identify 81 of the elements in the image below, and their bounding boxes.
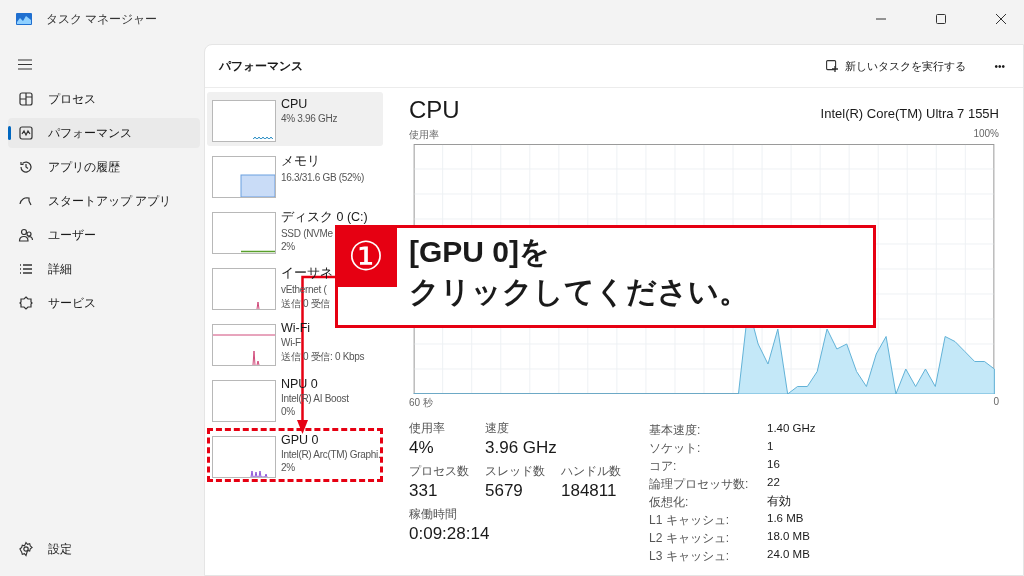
new-task-icon <box>826 59 840 73</box>
stat-value: 331 <box>409 481 439 501</box>
menu-icon[interactable] <box>18 58 32 70</box>
spec-label: 基本速度: <box>649 422 702 439</box>
step-badge: ① <box>335 225 397 287</box>
stat-label: 稼働時間 <box>409 506 458 523</box>
spec-label: コア: <box>649 458 678 475</box>
stat-value: 184811 <box>561 481 618 501</box>
spec-value: 1 <box>767 440 775 454</box>
processor-model: Intel(R) Core(TM) Ultra 7 155H <box>820 106 999 121</box>
spec-label: ソケット: <box>649 440 702 457</box>
graph-thumbnail <box>212 324 276 366</box>
device-info: 2% <box>281 462 296 473</box>
device-info: 0% <box>281 406 296 417</box>
stat-value: 3.96 GHz <box>485 438 557 458</box>
instruction-text: [GPU 0]を クリックしてください。 <box>408 234 749 310</box>
detail-title: CPU <box>409 96 460 124</box>
spec-value: 有効 <box>767 494 792 509</box>
settings-item[interactable]: 設定 <box>8 534 200 564</box>
run-task-button[interactable]: 新しいタスクを実行する <box>820 52 973 80</box>
spec-label: L3 キャッシュ: <box>649 548 730 565</box>
device-name: GPU 0 <box>281 433 320 447</box>
more-button[interactable]: ••• <box>988 54 1011 78</box>
grid-icon <box>18 91 34 107</box>
nav-item[interactable]: サービス <box>8 288 200 318</box>
window-title: タスク マネージャー <box>46 10 158 28</box>
graph-start-label: 60 秒 <box>409 396 433 410</box>
graph-thumbnail <box>212 212 276 254</box>
device-info: 2% <box>281 241 296 252</box>
device-tile[interactable]: CPU 4% 3.96 GHz <box>207 92 383 146</box>
spec-value: 16 <box>767 458 781 472</box>
stat-value: 4% <box>409 438 435 458</box>
graph-end-label: 0 <box>993 396 999 409</box>
stat-label: スレッド数 <box>485 463 546 480</box>
nav-item[interactable]: アプリの履歴 <box>8 152 200 182</box>
stat-value: 5679 <box>485 481 524 501</box>
spec-label: L2 キャッシュ: <box>649 530 730 547</box>
spec-label: 仮想化: <box>649 494 690 511</box>
nav-item[interactable]: ユーザー <box>8 220 200 250</box>
graph-label: 使用率 <box>409 128 439 142</box>
device-info: 4% 3.96 GHz <box>281 113 338 124</box>
stat-label: 速度 <box>485 420 510 437</box>
nav-item[interactable]: 詳細 <box>8 254 200 284</box>
device-tile[interactable]: メモリ 16.3/31.6 GB (52%) <box>207 148 383 202</box>
stat-label: プロセス数 <box>409 463 470 480</box>
nav-item[interactable]: スタートアップ アプリ <box>8 186 200 216</box>
spec-value: 24.0 MB <box>767 548 811 562</box>
device-info: Intel(R) Arc(TM) Graphi. <box>281 449 379 460</box>
users-icon <box>18 227 34 243</box>
graph-thumbnail <box>212 156 276 198</box>
graph-thumbnail <box>212 100 276 142</box>
list-icon <box>18 261 34 277</box>
device-info: Wi-F <box>281 337 302 348</box>
settings-icon <box>18 541 34 557</box>
spec-value: 18.0 MB <box>767 530 811 544</box>
graph-thumbnail <box>212 436 276 478</box>
stat-value: 0:09:28:14 <box>409 524 491 544</box>
spec-label: 論理プロセッサ数: <box>649 476 750 493</box>
spec-label: L1 キャッシュ: <box>649 512 730 529</box>
graph-max-label: 100% <box>973 128 999 141</box>
device-info: 16.3/31.6 GB (52%) <box>281 172 364 183</box>
graph-thumbnail <box>212 380 276 422</box>
history-icon <box>18 159 34 175</box>
spec-value: 1.40 GHz <box>767 422 816 436</box>
nav-item[interactable]: プロセス <box>8 84 200 114</box>
device-info: 送信 0 受信: 0 Kbps <box>281 350 365 364</box>
stat-label: ハンドル数 <box>561 463 622 480</box>
device-name: ディスク 0 (C:) <box>281 209 368 226</box>
graph-thumbnail <box>212 268 276 310</box>
device-info: SSD (NVMe <box>281 228 334 239</box>
spec-value: 1.6 MB <box>767 512 805 526</box>
page-title: パフォーマンス <box>219 57 304 75</box>
device-tile[interactable]: GPU 0 Intel(R) Arc(TM) Graphi. 2% <box>207 428 383 482</box>
stat-label: 使用率 <box>409 420 446 437</box>
device-name: メモリ <box>281 153 321 170</box>
device-name: CPU <box>281 97 309 111</box>
chart-icon <box>18 125 34 141</box>
device-info: 送信 0 受信 <box>281 297 332 311</box>
spec-value: 22 <box>767 476 781 490</box>
app-icon <box>16 13 32 25</box>
nav-item[interactable]: パフォーマンス <box>8 118 200 148</box>
